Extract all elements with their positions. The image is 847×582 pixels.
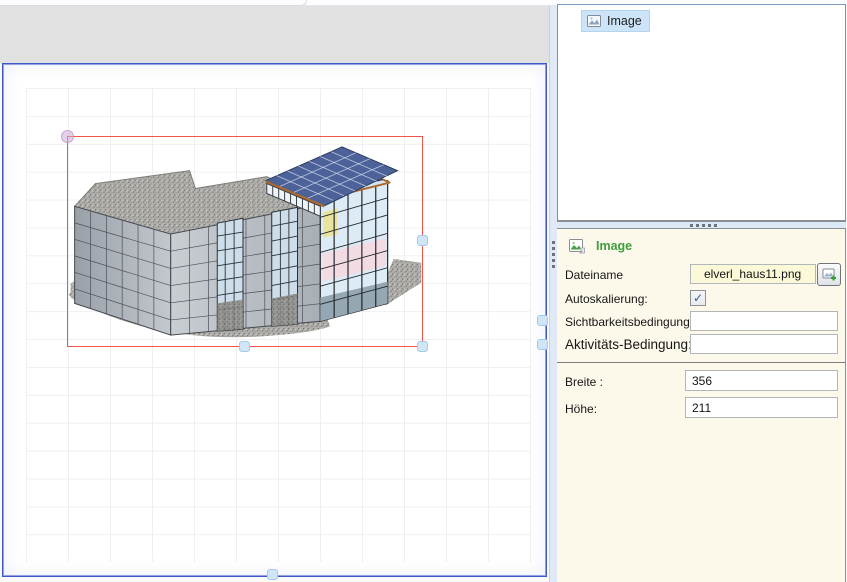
toolbox-panel: Image <box>557 4 846 221</box>
dateiname-label: Dateiname <box>565 268 624 282</box>
selected-image-widget[interactable] <box>61 130 423 347</box>
aktivitaets-bedingung-label: Aktivitäts-Bedingung: <box>565 337 692 352</box>
image-icon <box>587 15 601 27</box>
horizontal-splitter[interactable] <box>557 221 846 229</box>
checkmark-icon: ✓ <box>692 291 704 305</box>
splitter-grip-icon <box>690 224 717 227</box>
properties-panel: Image Dateiname Autoskalierung: ✓ Sichtb… <box>557 229 846 582</box>
app-window: Image Image Dateiname Aut <box>0 0 847 582</box>
autoskalierung-checkbox[interactable]: ✓ <box>690 290 706 306</box>
toolbox-item-label: Image <box>607 14 642 28</box>
sichtbarkeitsbedingung-input[interactable] <box>690 311 838 331</box>
breite-label: Breite : <box>565 375 604 389</box>
selection-handle-bottom-right[interactable] <box>417 341 428 352</box>
selection-handle-bottom-center[interactable] <box>239 341 250 352</box>
image-file-icon <box>569 239 585 254</box>
breite-input[interactable] <box>685 370 838 391</box>
properties-title: Image <box>596 239 633 253</box>
selection-handle-right-middle[interactable] <box>417 235 428 246</box>
form-handle-bottom-center[interactable] <box>267 569 278 580</box>
hoehe-label: Höhe: <box>565 402 598 416</box>
selection-handle-top-left[interactable] <box>61 130 74 143</box>
form-canvas[interactable] <box>2 63 548 580</box>
toolbox-item-image[interactable]: Image <box>581 10 650 32</box>
form-handle-right-lower[interactable] <box>537 339 548 350</box>
section-divider <box>557 362 845 363</box>
autoskalierung-label: Autoskalierung: <box>565 292 648 306</box>
splitter-grip-icon <box>552 241 555 268</box>
dateiname-input[interactable] <box>690 264 816 284</box>
canvas-margin-top <box>0 6 549 63</box>
properties-header: Image <box>568 237 632 255</box>
browse-image-button[interactable] <box>817 263 841 286</box>
building-3d-render <box>68 146 422 338</box>
add-image-icon <box>822 268 836 281</box>
sichtbarkeitsbedingung-label: Sichtbarkeitsbedingung: <box>565 315 694 329</box>
hoehe-input[interactable] <box>685 397 838 418</box>
aktivitaets-bedingung-input[interactable] <box>690 334 838 354</box>
designer-area <box>0 6 549 582</box>
form-handle-right-middle[interactable] <box>537 315 548 326</box>
